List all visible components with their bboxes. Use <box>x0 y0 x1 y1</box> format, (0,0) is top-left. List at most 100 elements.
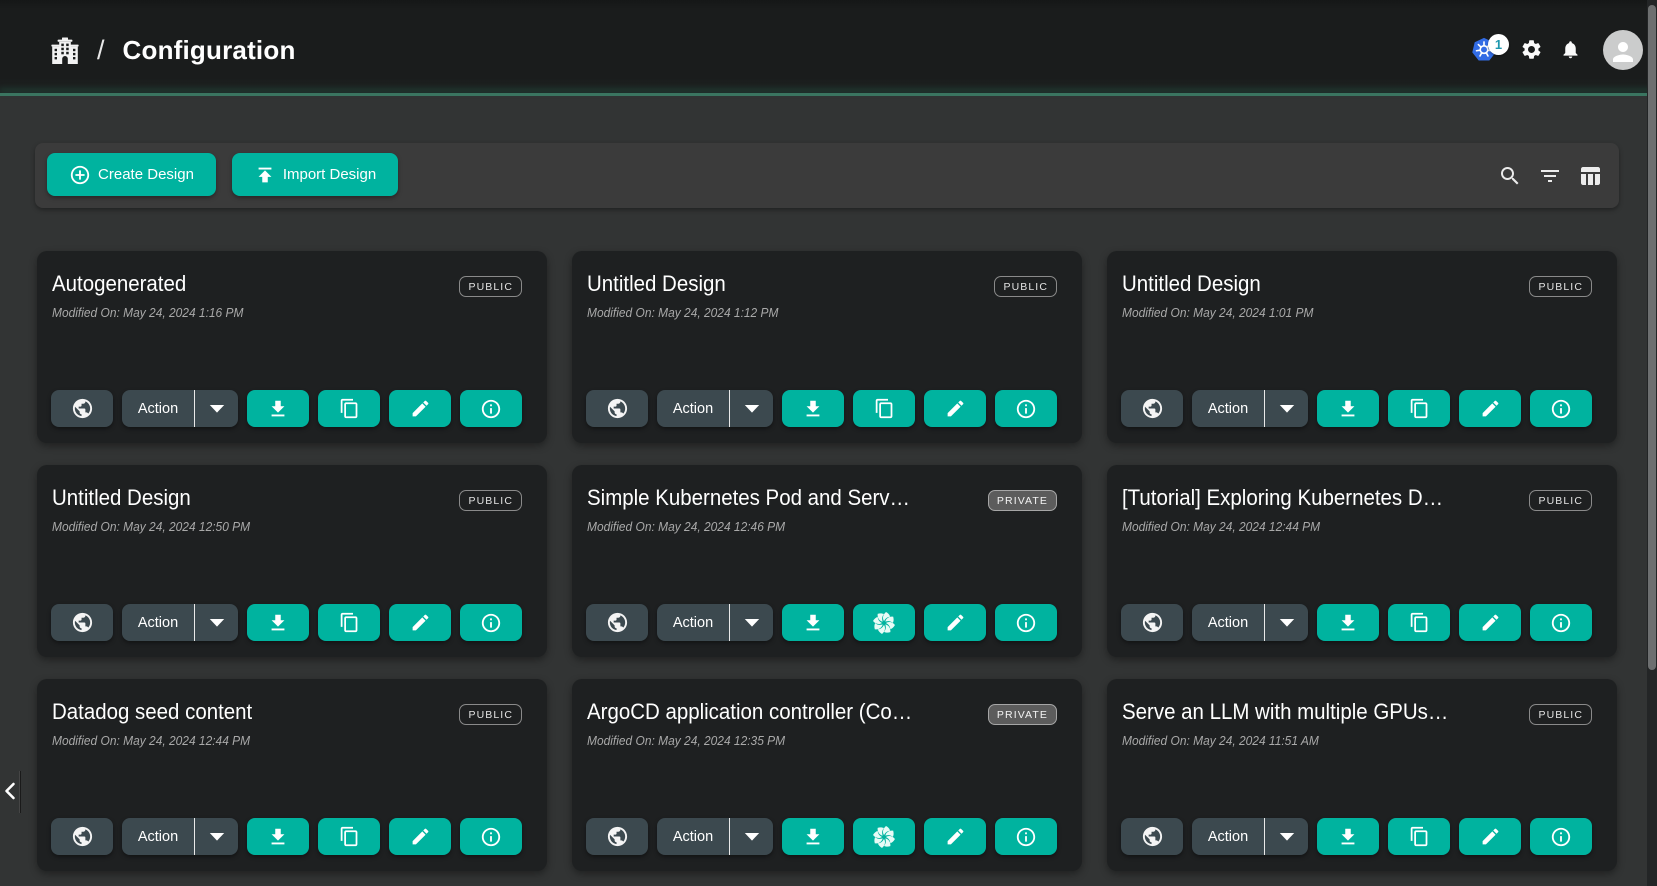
download-button[interactable] <box>782 604 844 641</box>
collapse-panel-handle[interactable] <box>0 770 24 814</box>
caret-down-icon <box>1279 833 1295 841</box>
download-icon <box>802 398 824 420</box>
scrollbar[interactable] <box>1647 0 1657 886</box>
edit-button[interactable] <box>924 604 986 641</box>
design-card: Untitled Design PUBLIC Modified On: May … <box>1107 251 1617 443</box>
clone-button[interactable] <box>1388 818 1450 855</box>
action-button[interactable]: Action <box>122 390 194 427</box>
pencil-icon <box>945 612 966 633</box>
caret-down-icon <box>744 405 760 413</box>
table-view-icon <box>1578 164 1602 188</box>
organization-building-icon[interactable] <box>51 36 79 64</box>
visibility-globe-button[interactable] <box>1121 390 1183 427</box>
action-button[interactable]: Action <box>122 604 194 641</box>
action-button[interactable]: Action <box>657 390 729 427</box>
action-dropdown-button[interactable] <box>730 390 773 427</box>
user-avatar[interactable] <box>1603 30 1643 70</box>
clone-button[interactable] <box>318 604 380 641</box>
design-title: [Tutorial] Exploring Kubernetes D… <box>1122 485 1443 511</box>
design-card: ArgoCD application controller (Co… PRIVA… <box>572 679 1082 871</box>
design-title: ArgoCD application controller (Co… <box>587 699 912 725</box>
action-button[interactable]: Action <box>657 604 729 641</box>
edit-button[interactable] <box>1459 604 1521 641</box>
visibility-globe-button[interactable] <box>51 390 113 427</box>
visibility-globe-button[interactable] <box>51 818 113 855</box>
action-dropdown-button[interactable] <box>195 818 238 855</box>
table-view-button[interactable] <box>1578 164 1602 188</box>
edit-button[interactable] <box>389 818 451 855</box>
download-button[interactable] <box>1317 818 1379 855</box>
edit-button[interactable] <box>924 818 986 855</box>
download-button[interactable] <box>782 390 844 427</box>
design-title: Serve an LLM with multiple GPUs… <box>1122 699 1448 725</box>
action-dropdown-button[interactable] <box>1265 604 1308 641</box>
action-split-button: Action <box>1192 390 1308 427</box>
action-button[interactable]: Action <box>1192 604 1264 641</box>
info-button[interactable] <box>1530 604 1592 641</box>
clone-button[interactable] <box>1388 390 1450 427</box>
info-button[interactable] <box>1530 390 1592 427</box>
action-dropdown-button[interactable] <box>730 818 773 855</box>
visibility-globe-button[interactable] <box>586 390 648 427</box>
clone-button[interactable] <box>318 390 380 427</box>
clone-button[interactable] <box>318 818 380 855</box>
info-button[interactable] <box>460 390 522 427</box>
action-dropdown-button[interactable] <box>730 604 773 641</box>
create-design-button[interactable]: Create Design <box>47 153 216 196</box>
edit-button[interactable] <box>1459 390 1521 427</box>
visibility-globe-button[interactable] <box>586 604 648 641</box>
card-actions: Action <box>586 604 1057 641</box>
globe-icon <box>606 397 629 420</box>
copy-icon <box>339 398 360 419</box>
visibility-badge: PUBLIC <box>1529 490 1592 511</box>
design-spiral-button[interactable] <box>853 604 915 641</box>
info-button[interactable] <box>995 818 1057 855</box>
action-dropdown-button[interactable] <box>195 390 238 427</box>
info-button[interactable] <box>460 604 522 641</box>
design-spiral-button[interactable] <box>853 818 915 855</box>
action-button[interactable]: Action <box>1192 390 1264 427</box>
card-actions: Action <box>586 818 1057 855</box>
download-button[interactable] <box>247 390 309 427</box>
download-icon <box>802 826 824 848</box>
design-spiral-icon <box>870 823 898 851</box>
visibility-globe-button[interactable] <box>586 818 648 855</box>
edit-button[interactable] <box>924 390 986 427</box>
edit-button[interactable] <box>389 604 451 641</box>
import-design-button[interactable]: Import Design <box>232 153 398 196</box>
download-button[interactable] <box>1317 604 1379 641</box>
action-dropdown-button[interactable] <box>1265 818 1308 855</box>
upload-icon <box>254 164 276 186</box>
visibility-globe-button[interactable] <box>1121 818 1183 855</box>
visibility-globe-button[interactable] <box>1121 604 1183 641</box>
search-button[interactable] <box>1498 164 1522 188</box>
download-button[interactable] <box>247 604 309 641</box>
download-button[interactable] <box>782 818 844 855</box>
info-icon <box>1550 612 1572 634</box>
action-button[interactable]: Action <box>1192 818 1264 855</box>
edit-button[interactable] <box>1459 818 1521 855</box>
clone-button[interactable] <box>1388 604 1450 641</box>
clone-button[interactable] <box>853 390 915 427</box>
app-window: / Configuration <box>0 0 1657 886</box>
action-dropdown-button[interactable] <box>1265 390 1308 427</box>
kubernetes-context-count-badge[interactable]: 1 <box>1488 34 1509 55</box>
notifications-button[interactable] <box>1560 39 1581 60</box>
info-button[interactable] <box>460 818 522 855</box>
filter-button[interactable] <box>1538 164 1562 188</box>
edit-button[interactable] <box>389 390 451 427</box>
caret-down-icon <box>744 833 760 841</box>
scrollbar-thumb[interactable] <box>1648 5 1656 670</box>
download-button[interactable] <box>1317 390 1379 427</box>
download-button[interactable] <box>247 818 309 855</box>
design-title: Untitled Design <box>1122 271 1261 297</box>
action-dropdown-button[interactable] <box>195 604 238 641</box>
pencil-icon <box>410 826 431 847</box>
info-button[interactable] <box>995 604 1057 641</box>
info-button[interactable] <box>1530 818 1592 855</box>
action-button[interactable]: Action <box>657 818 729 855</box>
action-button[interactable]: Action <box>122 818 194 855</box>
info-button[interactable] <box>995 390 1057 427</box>
settings-button[interactable] <box>1520 38 1543 61</box>
visibility-globe-button[interactable] <box>51 604 113 641</box>
